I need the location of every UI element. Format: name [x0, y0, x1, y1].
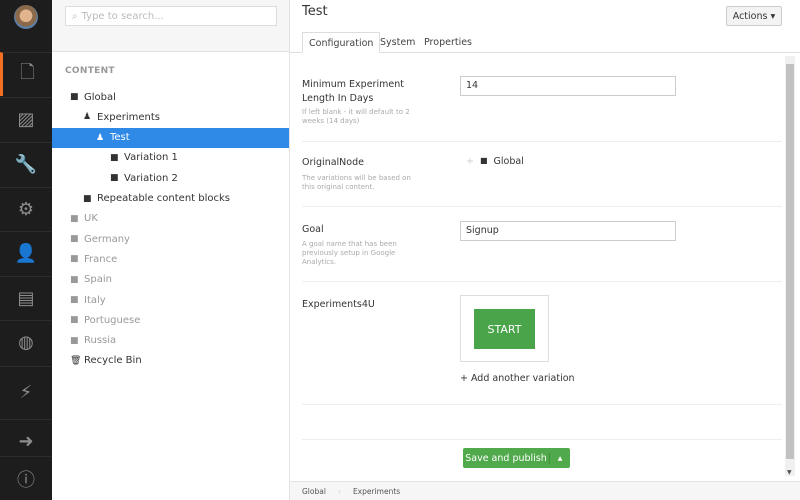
- help-button[interactable]: ⓘ: [0, 456, 52, 500]
- image-icon: ▨: [17, 109, 35, 130]
- tab-configuration[interactable]: Configuration: [302, 32, 381, 53]
- folder-icon: ■: [83, 193, 92, 204]
- variation-box: START: [460, 295, 549, 362]
- content-tree: ⌕ Type to search... CONTENT ■ Global ♟ Exper…: [52, 0, 290, 500]
- tree-item-label: Variation 1: [124, 152, 178, 164]
- original-node-link[interactable]: Global: [494, 156, 524, 167]
- caret-up-icon[interactable]: ▲: [550, 455, 570, 462]
- tree-item[interactable]: ♟ Experiments: [52, 107, 289, 127]
- tree-item-label: UK: [84, 213, 98, 225]
- folder-icon: ■: [110, 173, 119, 184]
- add-variation-link[interactable]: + Add another variation: [460, 373, 575, 384]
- tree-item-label: France: [84, 253, 118, 265]
- goal-input[interactable]: Signup: [460, 221, 676, 241]
- tree-item[interactable]: ■ Variation 2: [52, 168, 289, 188]
- folder-icon: ■: [70, 315, 79, 326]
- folder-icon: ■: [70, 274, 79, 285]
- avatar[interactable]: [14, 5, 38, 29]
- tree-item[interactable]: 🗑 Recycle Bin: [52, 351, 289, 371]
- globe-icon: ◍: [18, 332, 34, 353]
- folder-icon: ■: [479, 156, 488, 165]
- tree-item-label: Portuguese: [84, 314, 141, 326]
- tree-item-label: Russia: [84, 335, 117, 347]
- user-icon: 👤: [14, 243, 38, 264]
- folder-icon: ■: [70, 295, 79, 305]
- folder-icon: ■: [110, 152, 119, 163]
- save-and-publish-button[interactable]: Save and publish ▲: [463, 448, 570, 468]
- field-min-length: Minimum Experiment Length In Days If lef…: [302, 56, 782, 142]
- folder-icon: ■: [70, 213, 79, 224]
- field-experiments: Experiments4U START + Add another variat…: [302, 282, 782, 405]
- section-settings[interactable]: 🔧: [0, 142, 52, 186]
- min-length-input[interactable]: 14: [460, 76, 676, 96]
- field-goal: Goal A goal name that has been previousl…: [302, 207, 782, 282]
- tab-properties[interactable]: Properties: [418, 32, 478, 53]
- section-translation[interactable]: ◍: [0, 320, 52, 364]
- tree-item[interactable]: ■ Portuguese: [52, 310, 289, 330]
- tree-item-label: Repeatable content blocks: [97, 193, 230, 204]
- tree-item-label: Test: [110, 132, 130, 144]
- folder-icon: ■: [70, 92, 79, 102]
- original-node-picker: + ■ Global: [466, 156, 524, 167]
- editor: Test Actions ▾ Configuration System Prop…: [290, 0, 800, 500]
- flask-icon: ♟: [96, 132, 105, 143]
- search-icon: ⌕: [72, 10, 78, 22]
- section-users[interactable]: 👤: [0, 231, 52, 275]
- tree-item[interactable]: ■ Germany: [52, 229, 289, 249]
- tree-item-label: Italy: [84, 294, 106, 306]
- tree-item[interactable]: ■ Russia: [52, 331, 289, 351]
- lightning-icon: ⚡: [19, 382, 33, 403]
- start-button[interactable]: START: [474, 309, 535, 349]
- section-experiments[interactable]: ⚡: [0, 366, 52, 418]
- trash-icon: 🗑: [70, 355, 82, 366]
- folder-icon: ■: [70, 335, 79, 346]
- actions-button[interactable]: Actions ▾: [726, 6, 782, 26]
- breadcrumb-item[interactable]: Global: [290, 487, 338, 496]
- tree-item[interactable]: ■ Spain: [52, 270, 289, 290]
- field-original-node: OriginalNode The variations will be base…: [302, 142, 782, 207]
- folder-icon: ■: [70, 254, 79, 265]
- section-developer[interactable]: ⚙: [0, 187, 52, 231]
- section-members[interactable]: ▤: [0, 276, 52, 320]
- section-media[interactable]: ▨: [0, 97, 52, 141]
- tree-item[interactable]: ■ Repeatable content blocks: [52, 189, 289, 209]
- app-sidebar: 🗋 ▨ 🔧 ⚙ 👤 ▤ ◍ ⚡ ➜ ⓘ: [0, 0, 52, 500]
- tree-item[interactable]: ■ Variation 1: [52, 148, 289, 168]
- tree-item[interactable]: ♟ Test: [52, 127, 289, 148]
- id-card-icon: ▤: [17, 288, 35, 309]
- document-icon: 🗋: [20, 61, 35, 83]
- tree-item-label: Experiments: [97, 111, 160, 123]
- page-title[interactable]: Test: [302, 4, 328, 19]
- tree-item[interactable]: ■ Global: [52, 87, 289, 107]
- drag-handle-icon[interactable]: +: [466, 156, 474, 167]
- tree-item-label: Recycle Bin: [84, 355, 142, 367]
- tree-item-label: Global: [84, 91, 116, 103]
- breadcrumb-item[interactable]: Experiments: [341, 487, 412, 496]
- help-icon: ⓘ: [17, 469, 35, 491]
- gear-icon: ⚙: [17, 199, 35, 220]
- tree-item[interactable]: ■ Italy: [52, 290, 289, 310]
- section-content[interactable]: 🗋: [0, 52, 52, 96]
- tab-system[interactable]: System: [374, 32, 421, 53]
- flask-icon: ♟: [83, 112, 92, 123]
- tree-item[interactable]: ■ France: [52, 249, 289, 269]
- breadcrumb: Global › Experiments: [290, 481, 800, 500]
- folder-icon: ■: [70, 234, 79, 245]
- arrow-right-icon: ➜: [18, 431, 34, 452]
- tree-item-label: Variation 2: [124, 172, 178, 184]
- tree-item[interactable]: ■ UK: [52, 209, 289, 229]
- tree-item-label: Germany: [84, 233, 130, 245]
- tree-item-label: Spain: [84, 274, 112, 286]
- scrollbar[interactable]: ▼: [785, 56, 795, 476]
- search-input[interactable]: ⌕ Type to search...: [65, 6, 277, 26]
- wrench-icon: 🔧: [14, 154, 38, 175]
- section-title: CONTENT: [65, 66, 115, 76]
